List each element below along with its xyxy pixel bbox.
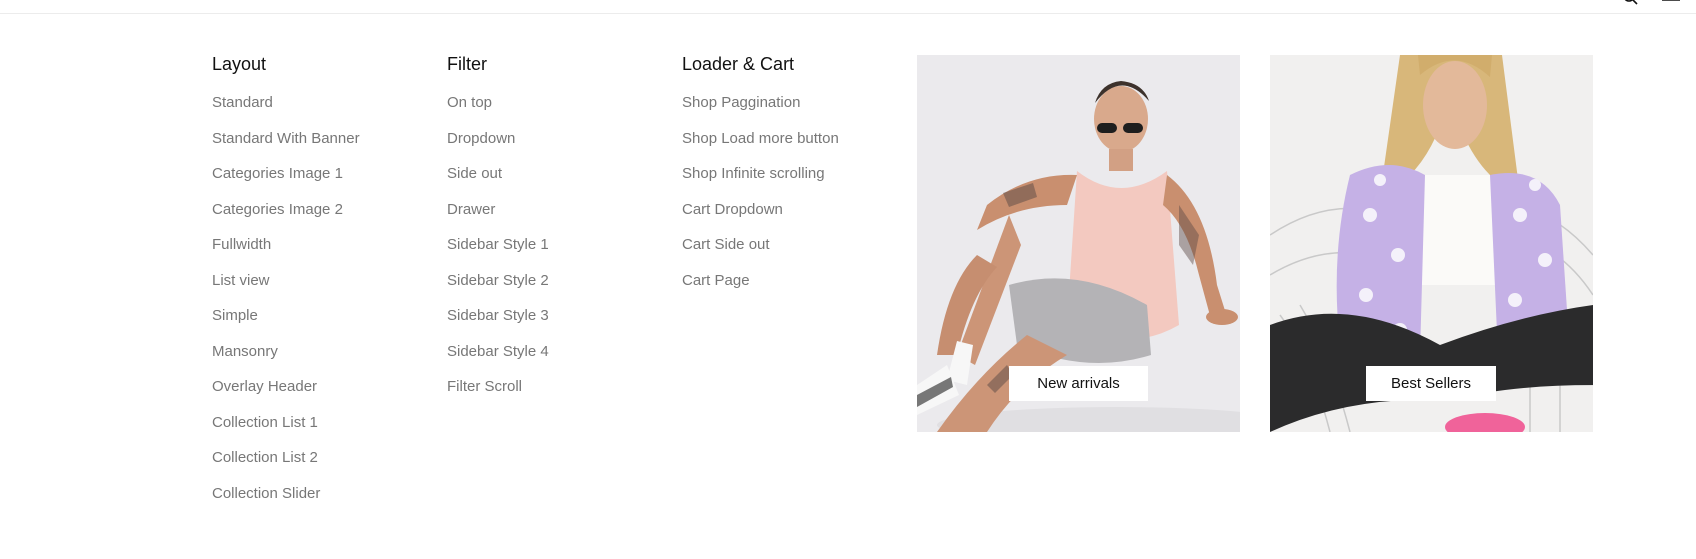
menu-column-filter: Filter On top Dropdown Side out Drawer S… <box>447 50 657 413</box>
menu-link-cart-page[interactable]: Cart Page <box>682 271 892 291</box>
menu-link-dropdown[interactable]: Dropdown <box>447 129 657 149</box>
menu-link-list-view[interactable]: List view <box>212 271 422 291</box>
loader-cart-links: Shop Paggination Shop Load more button S… <box>682 93 892 291</box>
menu-icon[interactable] <box>1662 0 1680 6</box>
menu-link-shop-infinite-scrolling[interactable]: Shop Infinite scrolling <box>682 164 892 184</box>
promo-new-arrivals[interactable]: New arrivals <box>917 55 1240 432</box>
column-title-layout: Layout <box>212 54 267 74</box>
menu-link-collection-list-1[interactable]: Collection List 1 <box>212 413 422 433</box>
menu-link-fullwidth[interactable]: Fullwidth <box>212 235 422 255</box>
menu-link-shop-load-more[interactable]: Shop Load more button <box>682 129 892 149</box>
mega-menu-page: Layout Standard Standard With Banner Cat… <box>0 0 1696 559</box>
menu-link-sidebar-style-2[interactable]: Sidebar Style 2 <box>447 271 657 291</box>
menu-link-sidebar-style-3[interactable]: Sidebar Style 3 <box>447 306 657 326</box>
menu-link-standard[interactable]: Standard <box>212 93 422 113</box>
menu-link-simple[interactable]: Simple <box>212 306 422 326</box>
menu-link-on-top[interactable]: On top <box>447 93 657 113</box>
column-title-filter: Filter <box>447 54 487 74</box>
menu-link-cart-side-out[interactable]: Cart Side out <box>682 235 892 255</box>
menu-link-categories-image-1[interactable]: Categories Image 1 <box>212 164 422 184</box>
menu-link-sidebar-style-1[interactable]: Sidebar Style 1 <box>447 235 657 255</box>
menu-link-collection-list-2[interactable]: Collection List 2 <box>212 448 422 468</box>
menu-column-layout: Layout Standard Standard With Banner Cat… <box>212 50 422 519</box>
menu-link-cart-dropdown[interactable]: Cart Dropdown <box>682 200 892 220</box>
menu-link-standard-with-banner[interactable]: Standard With Banner <box>212 129 422 149</box>
menu-link-categories-image-2[interactable]: Categories Image 2 <box>212 200 422 220</box>
menu-link-masonry[interactable]: Mansonry <box>212 342 422 362</box>
filter-links: On top Dropdown Side out Drawer Sidebar … <box>447 93 657 397</box>
menu-link-collection-slider[interactable]: Collection Slider <box>212 484 422 504</box>
menu-link-shop-pagination[interactable]: Shop Paggination <box>682 93 892 113</box>
menu-link-side-out[interactable]: Side out <box>447 164 657 184</box>
menu-link-drawer[interactable]: Drawer <box>447 200 657 220</box>
menu-link-overlay-header[interactable]: Overlay Header <box>212 377 422 397</box>
promo-label-best-sellers[interactable]: Best Sellers <box>1366 366 1496 401</box>
menu-link-filter-scroll[interactable]: Filter Scroll <box>447 377 657 397</box>
search-icon[interactable] <box>1623 0 1639 6</box>
promo-best-sellers[interactable]: Best Sellers <box>1270 55 1593 432</box>
layout-links: Standard Standard With Banner Categories… <box>212 93 422 504</box>
header-bar <box>0 0 1696 14</box>
menu-column-loader-cart: Loader & Cart Shop Paggination Shop Load… <box>682 50 892 306</box>
menu-link-sidebar-style-4[interactable]: Sidebar Style 4 <box>447 342 657 362</box>
promo-label-new-arrivals[interactable]: New arrivals <box>1009 366 1148 401</box>
column-title-loader-cart: Loader & Cart <box>682 54 795 74</box>
